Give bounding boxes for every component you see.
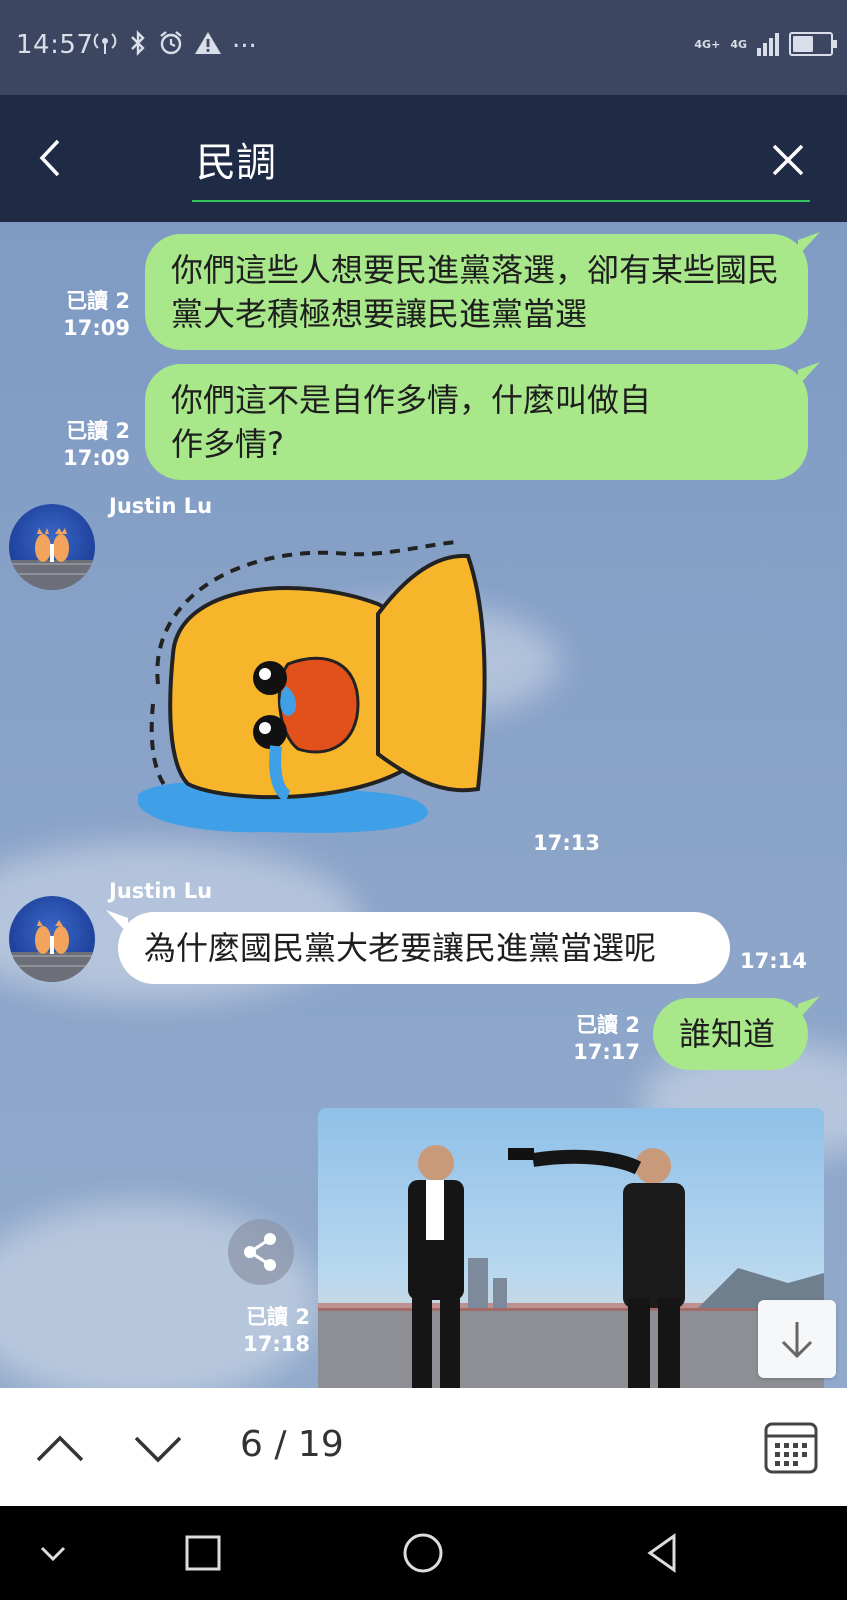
message-time: 17:09 [63, 446, 130, 470]
battery-level [793, 36, 813, 52]
search-result-bar: 6 / 19 [0, 1388, 847, 1506]
alarm-icon [160, 31, 182, 55]
scroll-to-bottom-button[interactable] [758, 1300, 836, 1378]
recent-apps-icon[interactable] [178, 1528, 228, 1578]
image-message[interactable] [318, 1108, 824, 1388]
network-type-2: 4G [730, 37, 747, 51]
message-time: 17:09 [63, 316, 130, 340]
next-result-button[interactable] [128, 1418, 188, 1478]
incoming-message[interactable]: 為什麼國民黨大老要讓民進黨當選呢 [118, 912, 730, 984]
read-receipt: 已讀 2 [576, 1013, 640, 1037]
message-time: 17:14 [740, 949, 807, 973]
message-time: 17:18 [243, 1332, 310, 1356]
system-nav-bar [0, 1506, 847, 1600]
signal-icon [757, 33, 779, 56]
avatar-cat-icon [9, 920, 95, 982]
crying-fish-sticker-icon [138, 540, 487, 833]
outgoing-message[interactable]: 誰知道 [653, 998, 808, 1070]
result-counter: 6 / 19 [240, 1424, 344, 1465]
sticker-message[interactable] [128, 534, 498, 854]
outgoing-message[interactable]: 你們這不是自作多情，什麼叫做自作多情? [145, 364, 808, 480]
search-input[interactable] [192, 128, 810, 202]
read-receipt: 已讀 2 [246, 1305, 310, 1329]
previous-result-button[interactable] [30, 1418, 90, 1478]
calendar-icon[interactable] [762, 1418, 820, 1476]
status-right: 4G+ 4G [694, 32, 837, 56]
battery-icon [789, 32, 837, 56]
status-time: 14:57 [16, 30, 94, 60]
outgoing-message[interactable]: 你們這些人想要民進黨落選，卻有某些國民黨大老積極想要讓民進黨當選 [145, 234, 808, 350]
read-receipt: 已讀 2 [66, 289, 130, 313]
home-icon[interactable] [398, 1528, 448, 1578]
back-arrow-icon[interactable] [30, 133, 70, 183]
arrow-down-icon [781, 1322, 813, 1359]
hotspot-icon [93, 33, 117, 54]
message-text: 誰知道 [679, 1015, 776, 1053]
message-meta: 已讀 2 17:09 [50, 418, 130, 472]
share-button[interactable] [228, 1219, 294, 1285]
status-icons: ... [92, 24, 257, 56]
hide-nav-icon[interactable] [28, 1528, 78, 1578]
message-meta: 已讀 2 17:17 [560, 1012, 640, 1066]
message-time: 17:17 [573, 1040, 640, 1064]
message-text: 你們這不是自作多情，什麼叫做自作多情? [171, 381, 652, 463]
avatar[interactable] [9, 504, 95, 590]
bluetooth-icon [131, 30, 145, 56]
read-receipt: 已讀 2 [66, 419, 130, 443]
sender-name: Justin Lu [109, 879, 213, 903]
share-icon [244, 1233, 276, 1271]
chat-area[interactable]: 已讀 2 17:09 你們這些人想要民進黨落選，卻有某些國民黨大老積極想要讓民進… [0, 222, 847, 1388]
sender-name: Justin Lu [109, 494, 213, 518]
message-text: 為什麼國民黨大老要讓民進黨當選呢 [144, 929, 657, 967]
status-overflow: ... [232, 24, 257, 54]
message-text: 你們這些人想要民進黨落選，卻有某些國民黨大老積極想要讓民進黨當選 [171, 251, 780, 333]
warning-icon [195, 32, 221, 54]
back-nav-icon[interactable] [638, 1528, 688, 1578]
network-type-1: 4G+ [694, 37, 721, 51]
status-bar: 14:57 ... 4G+ 4G [0, 0, 847, 95]
message-time: 17:13 [533, 831, 600, 855]
photo-two-men-icon [318, 1145, 824, 1388]
message-meta: 已讀 2 17:18 [230, 1304, 310, 1358]
avatar[interactable] [9, 896, 95, 982]
avatar-cat-icon [9, 528, 95, 590]
message-meta: 已讀 2 17:09 [50, 288, 130, 342]
